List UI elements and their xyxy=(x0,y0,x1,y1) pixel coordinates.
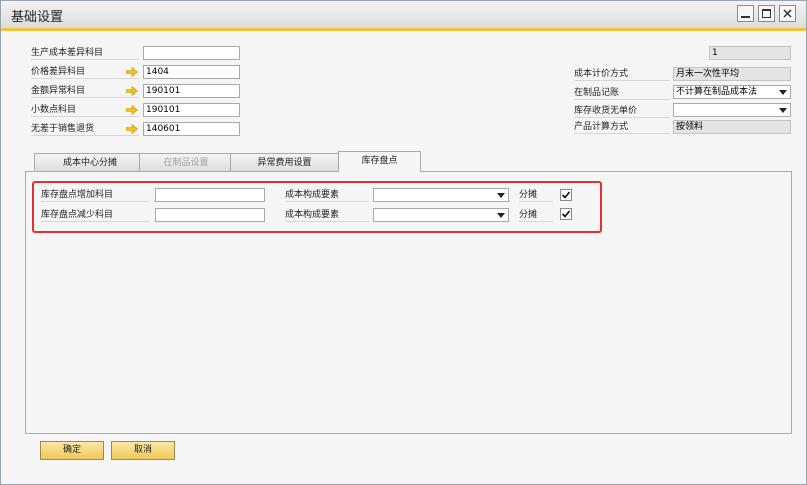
maximize-icon xyxy=(762,9,771,18)
receipt-no-price-dropdown[interactable] xyxy=(673,103,791,117)
title-bar: 基础设置 xyxy=(1,1,806,31)
tab-abnormal-expense-settings[interactable]: 异常费用设置 xyxy=(230,153,339,171)
allocation-label: 分摊 xyxy=(519,188,553,202)
sales-return-account-label: 无差于销售退货 xyxy=(31,122,139,136)
allocation-label: 分摊 xyxy=(519,208,553,222)
costing-method-field: 月末一次性平均 xyxy=(673,67,791,81)
decimal-account-label: 小数点科目 xyxy=(31,103,139,117)
chevron-down-icon xyxy=(779,108,787,113)
wip-posting-value: 不计算在制品成本法 xyxy=(676,87,758,97)
link-arrow-icon[interactable] xyxy=(126,86,138,96)
wip-posting-label: 在制品记账 xyxy=(574,86,670,100)
price-variance-account-field[interactable]: 1404 xyxy=(143,65,240,79)
chevron-down-icon xyxy=(497,193,505,198)
chevron-down-icon xyxy=(779,90,787,95)
tab-cost-center-allocation[interactable]: 成本中心分摊 xyxy=(34,153,146,171)
ok-button[interactable]: 确定 xyxy=(40,441,104,460)
inventory-decrease-account-field[interactable] xyxy=(155,208,265,222)
tab-inventory-count[interactable]: 库存盘点 xyxy=(338,151,421,172)
inventory-decrease-account-label: 库存盘点减少科目 xyxy=(41,208,149,222)
link-arrow-icon[interactable] xyxy=(126,124,138,134)
costing-method-label: 成本计价方式 xyxy=(574,67,670,81)
inventory-increase-account-label: 库存盘点增加科目 xyxy=(41,188,149,202)
chevron-down-icon xyxy=(497,213,505,218)
product-calc-method-field: 按领料 xyxy=(673,120,791,134)
settings-window: 基础设置 生产成本差异科目 价格差异科目 1404 金额异常科目 190101 … xyxy=(0,0,807,485)
receipt-no-price-label: 库存收货无单价 xyxy=(574,104,670,118)
wip-posting-dropdown[interactable]: 不计算在制品成本法 xyxy=(673,85,791,99)
window-title: 基础设置 xyxy=(11,10,64,25)
inventory-increase-account-field[interactable] xyxy=(155,188,265,202)
allocation-checkbox[interactable] xyxy=(560,189,572,201)
document-number-field: 1 xyxy=(709,46,791,60)
cost-variance-account-field[interactable] xyxy=(143,46,240,60)
checkmark-icon xyxy=(561,210,571,218)
price-variance-account-label: 价格差异科目 xyxy=(31,65,139,79)
link-arrow-icon[interactable] xyxy=(126,105,138,115)
close-icon xyxy=(783,9,792,18)
allocation-checkbox[interactable] xyxy=(560,208,572,220)
cost-element-dropdown[interactable] xyxy=(373,188,509,202)
cost-element-dropdown[interactable] xyxy=(373,208,509,222)
sales-return-account-field[interactable]: 140601 xyxy=(143,122,240,136)
tab-wip-settings[interactable]: 在制品设置 xyxy=(139,153,233,171)
minimize-icon xyxy=(741,16,750,18)
abnormal-amount-account-label: 金额异常科目 xyxy=(31,84,139,98)
cost-variance-account-label: 生产成本差异科目 xyxy=(31,46,139,60)
cancel-button[interactable]: 取消 xyxy=(111,441,175,460)
minimize-button[interactable] xyxy=(737,5,754,22)
close-button[interactable] xyxy=(779,5,796,22)
decimal-account-field[interactable]: 190101 xyxy=(143,103,240,117)
cost-element-label: 成本构成要素 xyxy=(285,208,369,222)
checkmark-icon xyxy=(561,191,571,199)
maximize-button[interactable] xyxy=(758,5,775,22)
cost-element-label: 成本构成要素 xyxy=(285,188,369,202)
abnormal-amount-account-field[interactable]: 190101 xyxy=(143,84,240,98)
link-arrow-icon[interactable] xyxy=(126,67,138,77)
product-calc-method-label: 产品计算方式 xyxy=(574,120,670,134)
